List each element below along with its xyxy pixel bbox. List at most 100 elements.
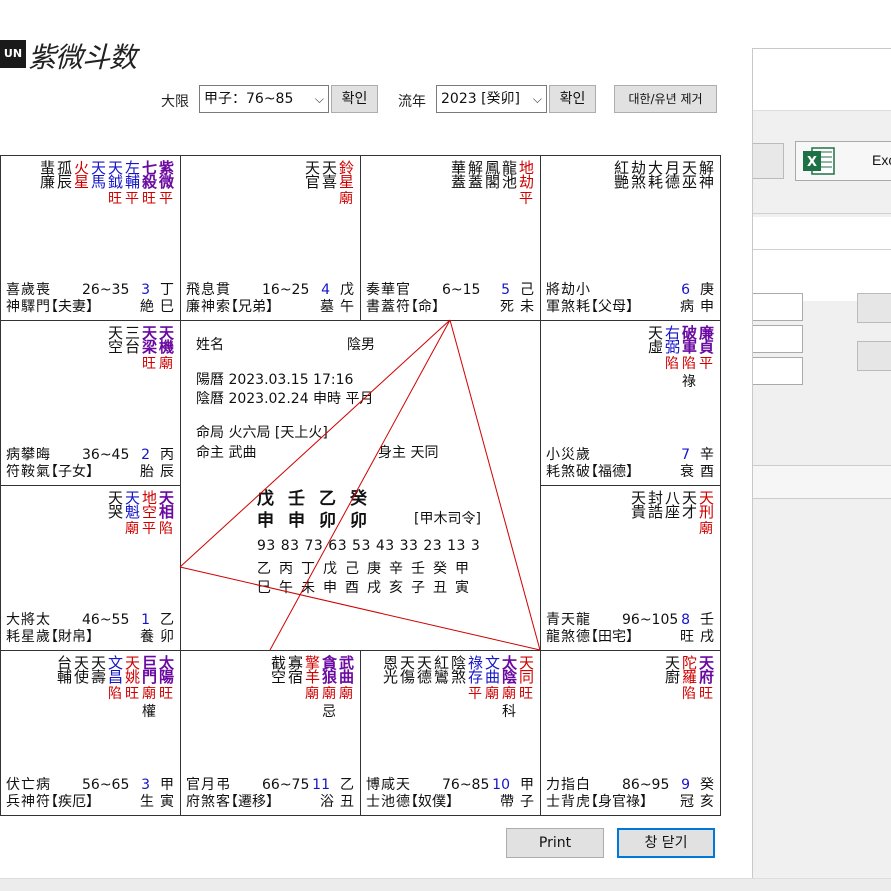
palace-illness[interactable]: 太陽旺巨門廟權天姚旺文昌陷天壽 天使 台輔 伏亡病 兵神符 56~65 【疾厄】 3 生甲寅 bbox=[0, 650, 181, 816]
palace-stem: 甲 bbox=[520, 777, 534, 793]
palace-parents[interactable]: 解神 天巫 月德 大耗 劫煞 紅艷 將劫小 軍煞耗 【父母】 6 病庚申 bbox=[540, 155, 721, 321]
yunyear-select[interactable]: 2023 [癸卯] ⌵ bbox=[436, 85, 547, 113]
star-name: 天使 bbox=[72, 655, 90, 683]
palace-footer: 將劫小 軍煞耗 【父母】 6 病庚申 bbox=[546, 282, 714, 316]
star: 廉貞平 bbox=[697, 325, 715, 391]
minor-stars-top: 病攀晦 bbox=[6, 447, 51, 463]
background-side-button[interactable] bbox=[857, 341, 891, 371]
star-name: 台輔 bbox=[55, 655, 73, 683]
palace-travel[interactable]: 武曲廟貪狼廟忌擎羊廟寡宿 截空 官月弔 府煞客 66~75 【遷移】 11 浴乙丑 bbox=[180, 650, 361, 816]
palace-branch: 申 bbox=[700, 299, 714, 315]
daehan-ages-row: 93 83 73 63 53 43 33 23 13 3 bbox=[257, 538, 481, 554]
star: 天鉞旺 bbox=[106, 160, 124, 208]
background-bar[interactable] bbox=[753, 465, 891, 499]
chevron-down-icon: ⌵ bbox=[532, 92, 542, 106]
star-name: 蜚廉 bbox=[38, 160, 56, 188]
divider bbox=[753, 249, 891, 250]
palace-footer: 官月弔 府煞客 66~75 【遷移】 11 浴乙丑 bbox=[186, 777, 354, 811]
star-list: 天相陷地空平天魁廟天哭 bbox=[106, 490, 175, 538]
star: 七殺旺 bbox=[140, 160, 158, 208]
palace-career[interactable]: 天府旺陀羅陷天廚 力指白 士背虎 86~95 【身官祿】 9 冠癸亥 bbox=[540, 650, 721, 816]
palace-footer: 喜歲喪 神驛門 26~35 【夫妻】 3 絶丁巳 bbox=[6, 282, 174, 316]
star: 地劫平 bbox=[517, 160, 535, 208]
close-window-button[interactable]: 창 닫기 bbox=[617, 828, 715, 858]
star-name: 天姚 bbox=[123, 655, 141, 683]
star-transformation: 權 bbox=[142, 704, 156, 720]
star: 紫微平 bbox=[157, 160, 175, 208]
star: 天廚 bbox=[663, 655, 681, 703]
star: 天才 bbox=[680, 490, 698, 538]
star-brightness: 陷 bbox=[682, 356, 696, 372]
star: 八座 bbox=[663, 490, 681, 538]
star: 天魁廟 bbox=[123, 490, 141, 538]
life-stage: 冠 bbox=[680, 794, 694, 810]
star-brightness: 廟 bbox=[699, 521, 713, 537]
palace-spouse[interactable]: 紫微平七殺旺左輔平天鉞旺天馬 火星 孤辰 蜚廉 喜歲喪 神驛門 26~35 【夫妻】 3 絶丁巳 bbox=[0, 155, 181, 321]
star-brightness: 平 bbox=[159, 191, 173, 207]
palace-branch: 巳 bbox=[160, 299, 174, 315]
star-brightness: 平 bbox=[125, 191, 139, 207]
minor-stars-top: 青天龍 bbox=[546, 612, 591, 628]
background-input[interactable] bbox=[753, 357, 803, 385]
daehan-age-range: 96~105 bbox=[622, 612, 679, 628]
palace-stem: 甲 bbox=[160, 777, 174, 793]
star: 天使 bbox=[72, 655, 90, 721]
print-button[interactable]: Print bbox=[506, 828, 604, 858]
star-name: 鈴星 bbox=[337, 160, 355, 188]
daehan-confirm-button[interactable]: 확인 bbox=[331, 85, 378, 113]
palace-life[interactable]: 地劫平龍池 鳳閣 解蓋 華蓋 奏華官 書蓋符 6~15 【命】 5 死己未 bbox=[360, 155, 541, 321]
star: 陀羅陷 bbox=[680, 655, 698, 703]
star-name: 三台 bbox=[123, 325, 141, 353]
life-stage: 死 bbox=[500, 299, 514, 315]
star: 台輔 bbox=[55, 655, 73, 721]
palace-ganzhi: 甲子 bbox=[514, 777, 534, 811]
star-name: 陰煞 bbox=[449, 655, 467, 683]
palace-ganzhi: 丙辰 bbox=[154, 447, 174, 481]
palace-number: 8 bbox=[681, 612, 690, 628]
name-label: 姓名 bbox=[196, 337, 224, 353]
excel-export-button[interactable]: X Exc bbox=[795, 141, 891, 181]
palace-children[interactable]: 天機廟天梁旺三台 天空 病攀晦 符鞍氣 36~45 【子女】 2 胎丙辰 bbox=[0, 320, 181, 486]
palace-name: 【遷移】 bbox=[224, 794, 280, 810]
palace-ganzhi: 己未 bbox=[514, 282, 534, 316]
star-brightness: 陷 bbox=[159, 521, 173, 537]
star-name: 華蓋 bbox=[449, 160, 467, 188]
palace-footer: 奏華官 書蓋符 6~15 【命】 5 死己未 bbox=[366, 282, 534, 316]
background-button[interactable] bbox=[753, 143, 784, 179]
star: 天巫 bbox=[680, 160, 698, 188]
star-name: 天才 bbox=[680, 490, 698, 518]
palace-ganzhi: 庚申 bbox=[694, 282, 714, 316]
palace-brother[interactable]: 鈴星廟天喜 天官 飛息貫 廉神索 16~25 【兄弟】 4 墓戊午 bbox=[180, 155, 361, 321]
svg-text:X: X bbox=[807, 155, 817, 170]
star-brightness: 旺 bbox=[142, 191, 156, 207]
palace-wealth[interactable]: 天相陷地空平天魁廟天哭 大將太 耗星歲 46~55 【財帛】 1 養乙卯 bbox=[0, 485, 181, 651]
palace-servant[interactable]: 天同旺太陰廟科文曲廟祿存平陰煞 紅鸞 天德 天傷 恩光 博咸天 士池德 76~85 【奴僕】 10… bbox=[360, 650, 541, 816]
daehan-select[interactable]: 甲子：76~85 ⌵ bbox=[199, 85, 329, 113]
palace-fortune[interactable]: 廉貞平破軍陷祿右弼陷天虛 小災歲 耗煞破 【福德】 7 衰辛酉 bbox=[540, 320, 721, 486]
palace-branch: 丑 bbox=[340, 794, 354, 810]
palace-property[interactable]: 天刑廟天才 八座 封誥 天貴 青天龍 龍煞德 96~105 【田宅】 8 旺壬戌 bbox=[540, 485, 721, 651]
star: 解蓋 bbox=[466, 160, 484, 208]
palace-stem: 乙 bbox=[340, 777, 354, 793]
yunyear-confirm-button[interactable]: 확인 bbox=[549, 85, 596, 113]
background-input[interactable] bbox=[753, 293, 803, 321]
background-side-button[interactable] bbox=[857, 293, 891, 323]
palace-name: 【福德】 bbox=[584, 464, 640, 480]
star: 貪狼廟忌 bbox=[320, 655, 338, 721]
palace-number: 5 bbox=[501, 282, 510, 298]
palace-number: 2 bbox=[141, 447, 150, 463]
palace-name: 【奴僕】 bbox=[404, 794, 460, 810]
palace-footer: 力指白 士背虎 86~95 【身官祿】 9 冠癸亥 bbox=[546, 777, 714, 811]
palace-name: 【田宅】 bbox=[584, 629, 640, 645]
star: 劫煞 bbox=[629, 160, 647, 188]
star-name: 天巫 bbox=[680, 160, 698, 188]
star-brightness: 平 bbox=[142, 521, 156, 537]
star: 天馬 bbox=[89, 160, 107, 208]
clear-daehan-yunyear-button[interactable]: 대한/유년 제거 bbox=[614, 85, 717, 113]
palace-branch: 未 bbox=[520, 299, 534, 315]
background-input[interactable] bbox=[753, 325, 803, 353]
star-name: 太陰 bbox=[500, 655, 518, 683]
star-name: 截空 bbox=[269, 655, 287, 683]
palace-stem: 己 bbox=[520, 282, 534, 298]
star-brightness: 廟 bbox=[339, 686, 353, 702]
